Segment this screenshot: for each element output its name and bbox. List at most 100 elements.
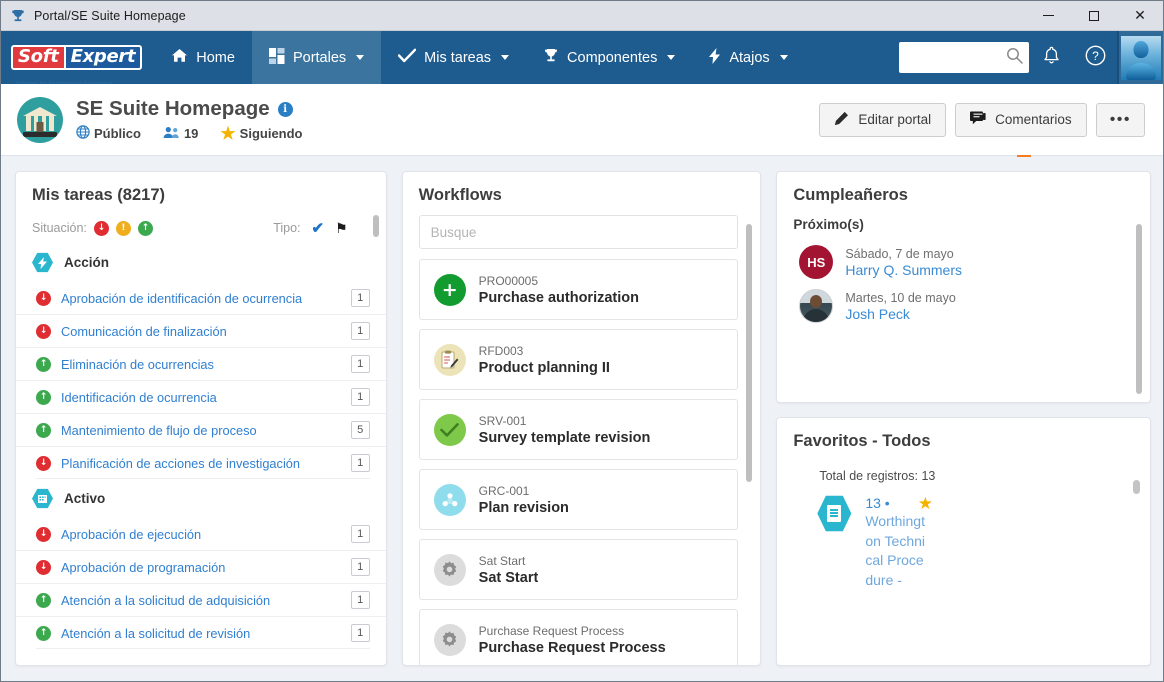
avatar: HS — [799, 245, 834, 279]
ellipsis-icon: ••• — [1109, 110, 1131, 128]
table-row[interactable]: ↑ Eliminación de ocurrencias 1 — [16, 347, 386, 380]
search-input[interactable] — [907, 50, 1006, 65]
list-item[interactable]: Purchase Request Process Purchase Reques… — [418, 609, 739, 665]
list-item[interactable]: Sat Start Sat Start — [418, 539, 739, 600]
window-title: Portal/SE Suite Homepage — [34, 8, 186, 23]
status-badge: ↑ — [36, 592, 51, 608]
nav-item-portales[interactable]: Portales — [251, 31, 382, 84]
table-row[interactable]: ↑ Identificación de ocurrencia 1 — [16, 380, 386, 413]
following-label: Siguiendo — [239, 126, 303, 141]
list-item[interactable]: Martes, 10 de mayo Josh Peck — [777, 284, 1150, 328]
svg-text:?: ? — [1092, 49, 1099, 63]
birthday-name[interactable]: Josh Peck — [845, 306, 955, 322]
table-row[interactable]: ↑ Atención a la solicitud de revisión 1 — [16, 616, 386, 649]
nav-item-mis-tareas[interactable]: Mis tareas — [381, 31, 526, 84]
birthday-name[interactable]: Harry Q. Summers — [845, 262, 962, 278]
favorite-number[interactable]: 13 • — [865, 495, 889, 511]
application-window: Portal/SE Suite Homepage ✕ SoftExpert So… — [0, 0, 1164, 682]
more-options-button[interactable]: ••• — [1095, 102, 1145, 137]
chevron-down-icon — [501, 55, 510, 60]
favorites-card: Favoritos - Todos Total de registros: 13… — [776, 417, 1151, 666]
bell-icon — [1043, 46, 1060, 70]
birthdays-scrollbar-thumb[interactable] — [1135, 224, 1142, 394]
workflow-code: RFD003 — [478, 343, 524, 358]
chevron-down-icon — [356, 55, 365, 60]
building-hex-icon — [32, 488, 53, 509]
task-label[interactable]: Comunicación de finalización — [61, 324, 341, 339]
edit-portal-button[interactable]: Editar portal — [819, 102, 947, 137]
workflows-scrollbar-thumb[interactable] — [746, 224, 753, 482]
star-icon[interactable]: ★ — [918, 495, 933, 512]
comments-button[interactable]: Comentarios — [955, 102, 1087, 137]
members-item[interactable]: 19 — [163, 126, 198, 142]
edit-portal-label: Editar portal — [858, 112, 932, 127]
page-title: SE Suite Homepage i — [76, 97, 303, 121]
maximize-button[interactable] — [1071, 1, 1117, 30]
birthday-date: Sábado, 7 de mayo — [845, 246, 954, 261]
list-item[interactable]: 13 • ★ Worthington Technical Procedure - — [777, 495, 1150, 590]
filter-overdue-icon[interactable]: ↓ — [93, 220, 109, 236]
favorites-title: Favoritos - Todos — [793, 432, 931, 450]
task-label[interactable]: Eliminación de ocurrencias — [61, 357, 341, 372]
workflow-code: Purchase Request Process — [478, 623, 625, 638]
close-button[interactable]: ✕ — [1117, 1, 1163, 30]
task-label[interactable]: Aprobación de identificación de ocurrenc… — [61, 291, 341, 306]
type-filter-label: Tipo: — [273, 221, 301, 235]
task-label[interactable]: Atención a la solicitud de revisión — [61, 626, 341, 641]
nav-item-componentes[interactable]: Componentes — [526, 31, 692, 84]
filter-warning-icon[interactable]: ! — [115, 220, 131, 236]
table-row[interactable]: ↑ Mantenimiento de flujo de proceso 5 — [16, 413, 386, 446]
softexpert-logo[interactable]: SoftExpert Software for Performance Exce… — [11, 31, 143, 87]
filter-task-check-icon[interactable]: ✔ — [312, 219, 325, 237]
gear-icon — [433, 623, 466, 656]
birthdays-title: Cumpleañeros — [793, 186, 908, 204]
tasks-scrollbar-thumb[interactable] — [372, 215, 379, 237]
document-hex-icon — [817, 495, 852, 532]
visibility-item[interactable]: Público — [76, 125, 141, 142]
user-avatar-button[interactable] — [1117, 31, 1163, 84]
list-item[interactable]: SRV-001 Survey template revision — [418, 399, 739, 460]
star-icon: ★ — [220, 124, 236, 143]
table-row[interactable]: ↓ Aprobación de identificación de ocurre… — [16, 282, 386, 314]
filter-flag-icon[interactable]: ⚑ — [335, 220, 348, 237]
task-label[interactable]: Planificación de acciones de investigaci… — [61, 456, 341, 471]
type-filter-group: Tipo: ✔ ⚑ — [273, 219, 348, 238]
nav-label-home: Home — [196, 49, 235, 66]
nav-label-portales: Portales — [292, 49, 347, 66]
task-label[interactable]: Aprobación de ejecución — [61, 527, 341, 542]
birthdays-subtitle: Próximo(s) — [793, 217, 864, 232]
nav-label-mis-tareas: Mis tareas — [424, 49, 492, 66]
list-item[interactable]: + PRO00005 Purchase authorization — [418, 259, 739, 320]
favorite-title[interactable]: Worthington Technical Procedure - — [865, 512, 929, 590]
following-item[interactable]: ★ Siguiendo — [220, 125, 302, 142]
favorites-scrollbar-thumb[interactable] — [1132, 480, 1140, 494]
table-row[interactable]: ↓ Aprobación de programación 1 — [16, 550, 386, 583]
minimize-button[interactable] — [1025, 1, 1071, 30]
list-item[interactable]: RFD003 Product planning II — [418, 329, 739, 390]
status-badge: ↑ — [36, 356, 51, 372]
notifications-button[interactable] — [1029, 31, 1073, 84]
task-label[interactable]: Aprobación de programación — [61, 560, 341, 575]
filter-ontime-icon[interactable]: ↑ — [137, 220, 153, 236]
search-icon[interactable] — [1006, 47, 1023, 69]
nav-item-home[interactable]: Home — [154, 31, 252, 84]
nav-item-atajos[interactable]: Atajos — [692, 31, 804, 84]
task-label[interactable]: Identificación de ocurrencia — [61, 390, 341, 405]
info-icon[interactable]: i — [277, 101, 293, 117]
task-label[interactable]: Atención a la solicitud de adquisición — [61, 593, 341, 608]
table-row[interactable]: ↓ Planificación de acciones de investiga… — [16, 446, 386, 479]
list-item[interactable]: GRC-001 Plan revision — [418, 469, 739, 530]
table-row[interactable]: ↓ Aprobación de ejecución 1 — [16, 518, 386, 550]
workflow-search-input[interactable] — [430, 224, 727, 240]
workflow-code: Sat Start — [478, 553, 526, 568]
task-label[interactable]: Mantenimiento de flujo de proceso — [61, 423, 341, 438]
table-row[interactable]: ↓ Comunicación de finalización 1 — [16, 314, 386, 347]
global-search[interactable] — [899, 42, 1029, 73]
table-row[interactable]: ↑ Atención a la solicitud de adquisición… — [16, 583, 386, 616]
header-actions: Editar portal Comentarios ••• — [819, 102, 1145, 137]
help-button[interactable]: ? — [1073, 31, 1117, 84]
list-item[interactable]: HS Sábado, 7 de mayo Harry Q. Summers — [777, 240, 1150, 284]
clipboard-pencil-icon — [433, 343, 466, 376]
workflow-search[interactable] — [418, 215, 739, 249]
birthdays-card: Cumpleañeros Próximo(s) HS Sábado, 7 de … — [776, 171, 1151, 403]
